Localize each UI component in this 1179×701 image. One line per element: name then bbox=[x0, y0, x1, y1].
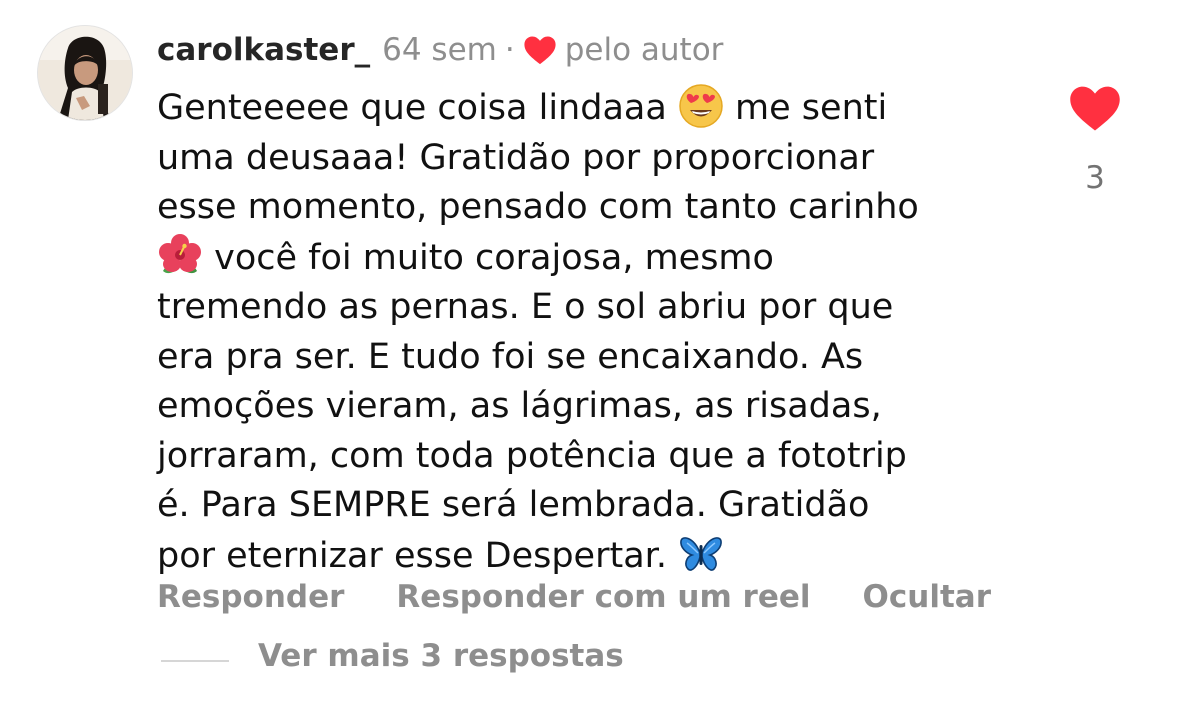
comment-text-segment: me senti bbox=[723, 88, 888, 128]
comment-line: por eternizar esse Despertar. bbox=[157, 531, 1057, 582]
comment-actions: Responder Responder com um reel Ocultar bbox=[157, 579, 991, 615]
comment-text-segment: por eternizar esse Despertar. bbox=[157, 535, 679, 576]
butterfly-emoji-icon bbox=[678, 531, 724, 577]
separator-dot: · bbox=[504, 32, 515, 68]
comment-line: Genteeeee que coisa lindaaa me senti bbox=[157, 83, 1057, 134]
replies-divider-line bbox=[161, 660, 229, 662]
username[interactable]: carolkaster_ bbox=[157, 32, 370, 68]
comment-line: uma deusaaa! Gratidão por proporcionar bbox=[157, 137, 875, 178]
reply-with-reel-button[interactable]: Responder com um reel bbox=[396, 579, 810, 615]
like-button[interactable] bbox=[1068, 84, 1122, 132]
comment-line: era pra ser. E tudo foi se encaixando. A… bbox=[157, 336, 864, 377]
comment-line: emoções vieram, as lágrimas, as risadas, bbox=[157, 386, 882, 426]
heart-filled-icon bbox=[1070, 86, 1120, 131]
hibiscus-emoji-icon bbox=[157, 233, 203, 279]
comment-text-segment: você foi muito corajosa, mesmo bbox=[203, 237, 774, 278]
comment-line: esse momento, pensado com tanto carinho bbox=[157, 187, 919, 227]
comment-line: é. Para SEMPRE será lembrada. Gratidão bbox=[157, 485, 870, 525]
heart-icon bbox=[523, 35, 557, 65]
comment-text: Genteeeee que coisa lindaaa me senti uma… bbox=[157, 83, 1057, 581]
user-avatar-photo bbox=[38, 26, 132, 120]
liked-by-author-label: pelo autor bbox=[564, 32, 724, 68]
like-count[interactable]: 3 bbox=[1062, 160, 1128, 196]
timestamp: 64 sem bbox=[382, 32, 497, 68]
comment-line: você foi muito corajosa, mesmo bbox=[157, 233, 1057, 284]
comment-line: tremendo as pernas. E o sol abriu por qu… bbox=[157, 287, 894, 327]
reply-button[interactable]: Responder bbox=[157, 579, 344, 615]
hide-button[interactable]: Ocultar bbox=[863, 579, 991, 615]
avatar[interactable] bbox=[38, 26, 132, 120]
view-more-replies-button[interactable]: Ver mais 3 respostas bbox=[258, 638, 624, 674]
comment-text-segment: Genteeeee que coisa lindaaa bbox=[157, 88, 678, 128]
comment-line: jorraram, com toda potência que a fototr… bbox=[157, 435, 907, 476]
heart-eyes-emoji-icon bbox=[678, 83, 724, 129]
comment-header: carolkaster_ 64 sem · pelo autor bbox=[157, 27, 723, 73]
